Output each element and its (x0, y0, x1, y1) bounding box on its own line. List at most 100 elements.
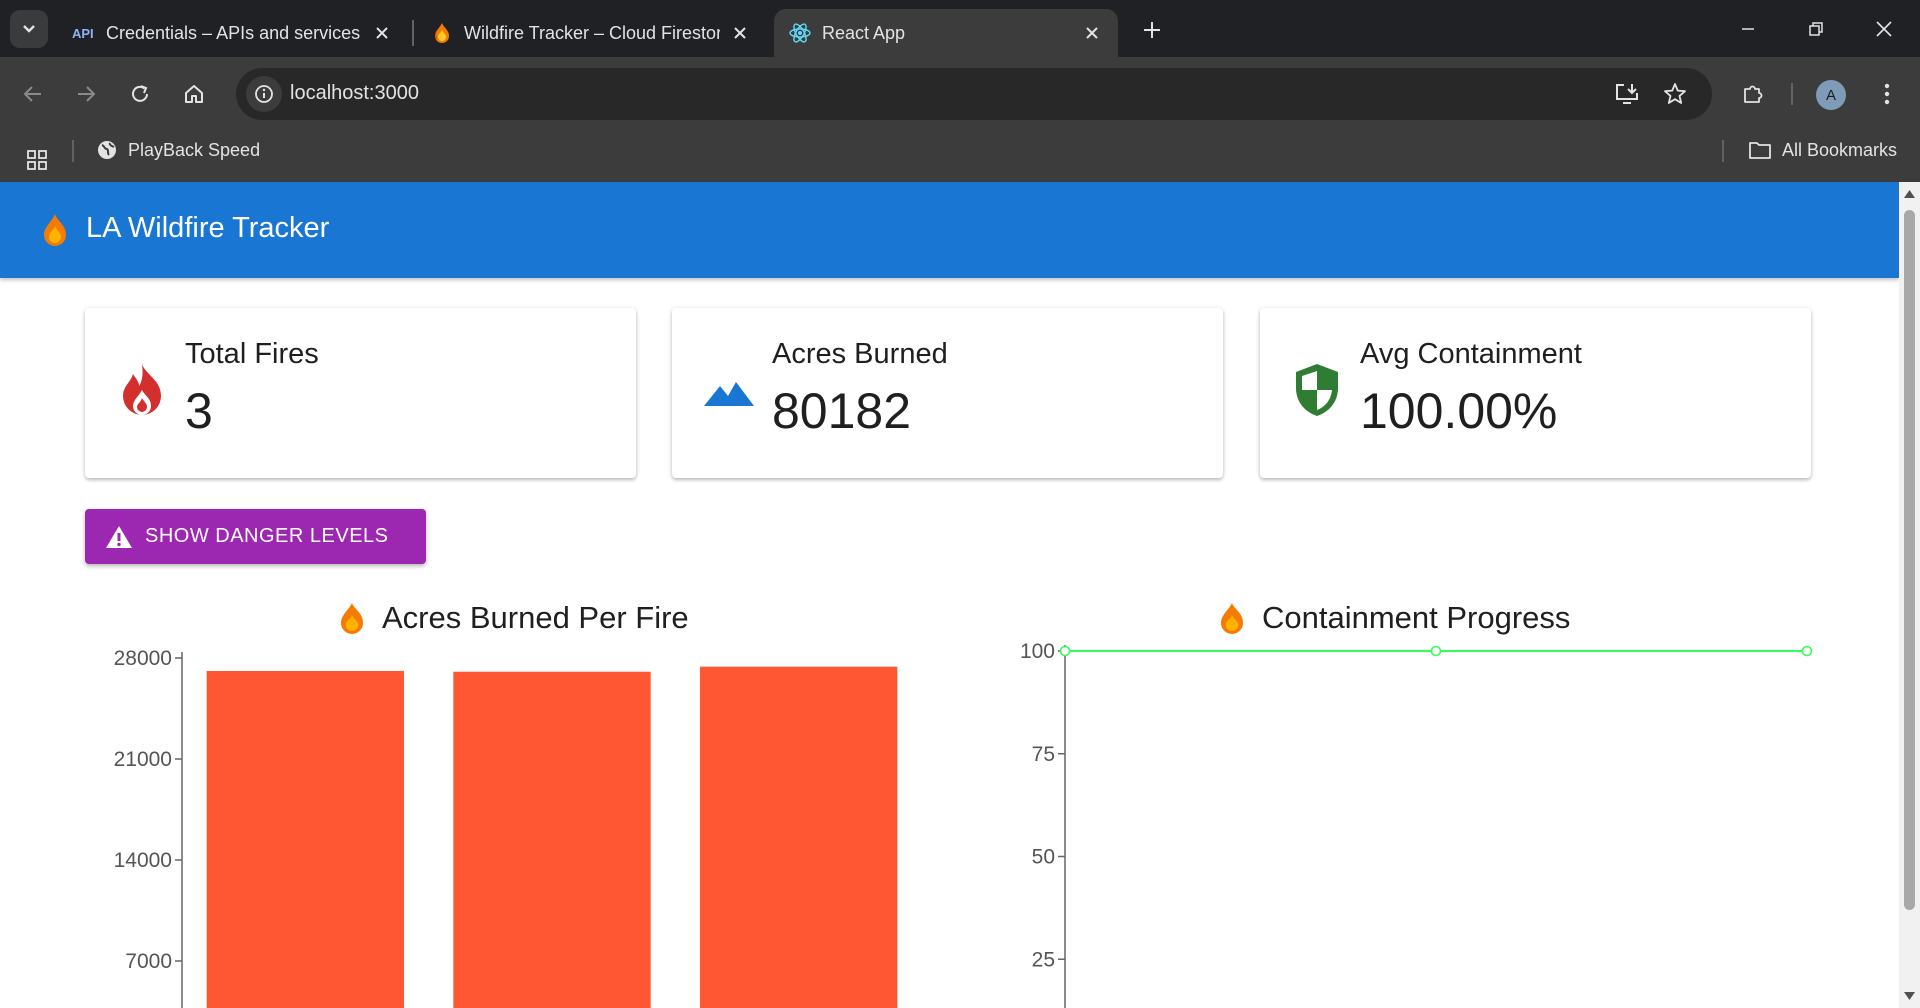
y-tick-label: 21000 (114, 748, 172, 771)
minimize-icon (1742, 28, 1754, 30)
arrow-left-icon (23, 86, 41, 102)
tab-title: React App (822, 22, 906, 43)
tab-search-button[interactable] (10, 10, 48, 48)
line-chart-title: Containment Progress (1218, 598, 1570, 638)
y-tick-label: 100 (1020, 640, 1055, 663)
bookmark-label: All Bookmarks (1782, 139, 1898, 160)
bookmarks-bar: PlayBack Speed All Bookmarks (0, 130, 1920, 182)
toolbar-divider (1791, 83, 1793, 105)
tab-credentials[interactable]: API Credentials – APIs and services (58, 9, 408, 57)
firebase-icon (430, 21, 454, 45)
containment-line-chart: 100 75 50 25 (1020, 640, 1813, 1008)
chevron-down-icon (23, 25, 35, 33)
bar (206, 670, 404, 1008)
restore-button[interactable] (1794, 12, 1838, 46)
y-tick-label: 28000 (114, 647, 172, 670)
data-point (1801, 645, 1813, 657)
home-button[interactable] (175, 75, 213, 113)
new-tab-button[interactable] (1136, 14, 1168, 46)
menu-button[interactable] (1868, 75, 1906, 113)
y-tick-label: 75 (1032, 743, 1055, 766)
url-text: localhost:3000 (290, 82, 419, 104)
tab-divider (412, 20, 414, 46)
browser-toolbar: localhost:3000 A (0, 57, 1920, 130)
reload-icon (132, 85, 148, 102)
stat-card-acres-burned: Acres Burned 80182 (672, 308, 1223, 478)
arrow-right-icon (78, 86, 96, 102)
y-tick-label: 14000 (114, 849, 172, 872)
page-scrollbar[interactable] (1899, 182, 1920, 1008)
globe-icon (98, 141, 116, 159)
fire-icon (341, 603, 363, 634)
restore-icon (1809, 22, 1823, 36)
close-window-button[interactable] (1862, 12, 1906, 46)
button-label: SHOW DANGER LEVELS (145, 525, 389, 547)
svg-text:API: API (72, 26, 94, 40)
data-point (1430, 645, 1442, 657)
scrollbar-thumb[interactable] (1904, 210, 1915, 910)
site-info-button[interactable] (246, 76, 282, 112)
stat-value: 3 (185, 383, 213, 439)
close-icon[interactable] (370, 21, 394, 45)
chart-title-text: Acres Burned Per Fire (382, 600, 689, 635)
fire-icon (123, 364, 161, 415)
landscape-icon (704, 382, 754, 406)
close-icon[interactable] (1080, 21, 1104, 45)
stat-value: 80182 (772, 383, 912, 439)
close-icon (1876, 21, 1892, 37)
star-icon (1664, 83, 1686, 104)
bookmarks-divider (72, 140, 74, 162)
bar (453, 671, 651, 1008)
y-tick-label: 25 (1032, 948, 1055, 971)
bar-chart-title: Acres Burned Per Fire (338, 598, 689, 638)
folder-icon (1749, 142, 1771, 159)
profile-avatar[interactable]: A (1816, 80, 1846, 110)
show-danger-levels-button[interactable]: SHOW DANGER LEVELS (85, 509, 426, 564)
bookmark-playback-speed[interactable]: PlayBack Speed (96, 130, 260, 170)
stat-label: Total Fires (185, 338, 319, 370)
fire-icon (44, 214, 66, 246)
bookmarks-divider (1722, 140, 1724, 162)
bookmark-label: PlayBack Speed (128, 139, 261, 160)
apps-grid-icon (27, 150, 47, 170)
tab-react-app[interactable]: React App (774, 9, 1118, 57)
bar (700, 666, 898, 1008)
plus-icon (1144, 22, 1160, 38)
fire-icon (1221, 603, 1243, 634)
bookmark-star-button[interactable] (1656, 75, 1694, 113)
react-icon (788, 21, 812, 45)
info-icon (255, 85, 273, 103)
home-icon (185, 85, 203, 103)
minimize-button[interactable] (1726, 12, 1770, 46)
scroll-down-icon[interactable] (1903, 990, 1916, 1002)
puzzle-icon (1744, 85, 1763, 103)
browser-tab-strip: API Credentials – APIs and services Wild… (0, 0, 1920, 57)
stat-label: Avg Containment (1360, 338, 1582, 370)
api-icon: API (72, 21, 96, 45)
acres-bar-chart: 28000 21000 14000 7000 (114, 647, 898, 1008)
shield-icon (1296, 364, 1338, 416)
extensions-button[interactable] (1734, 75, 1772, 113)
reload-button[interactable] (121, 75, 159, 113)
address-bar[interactable]: localhost:3000 (236, 68, 1712, 120)
y-tick-label: 7000 (125, 950, 172, 973)
data-point (1059, 645, 1071, 657)
tab-wildfire-tracker[interactable]: Wildfire Tracker – Cloud Firestore (416, 9, 766, 57)
forward-button[interactable] (67, 75, 105, 113)
chart-title-text: Containment Progress (1262, 600, 1571, 635)
install-app-button[interactable] (1608, 75, 1646, 113)
back-button[interactable] (14, 75, 52, 113)
app-header: LA Wildfire Tracker (0, 182, 1899, 278)
y-tick-label: 50 (1032, 846, 1055, 869)
install-icon (1616, 84, 1638, 104)
stat-card-avg-containment: Avg Containment 100.00% (1260, 308, 1811, 478)
scroll-up-icon[interactable] (1903, 188, 1916, 200)
apps-button[interactable] (26, 140, 48, 180)
close-icon[interactable] (728, 21, 752, 45)
stat-label: Acres Burned (772, 338, 948, 370)
app-title: LA Wildfire Tracker (86, 212, 330, 244)
stat-value: 100.00% (1360, 383, 1558, 439)
all-bookmarks-button[interactable]: All Bookmarks (1748, 130, 1897, 170)
tab-title: Wildfire Tracker – Cloud Firestore (464, 22, 720, 43)
tab-title: Credentials – APIs and services (106, 22, 361, 43)
